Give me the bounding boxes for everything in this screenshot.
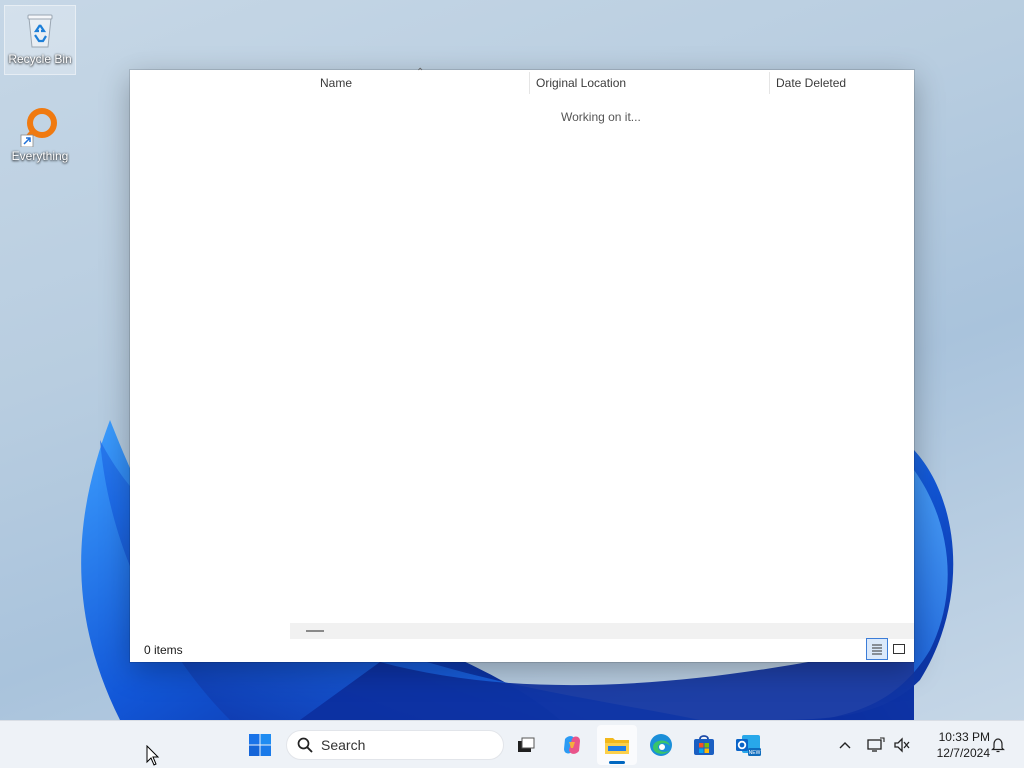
active-app-indicator (609, 761, 625, 764)
volume-muted-icon (894, 737, 910, 753)
search-icon (297, 737, 313, 753)
scrollbar-thumb[interactable] (306, 630, 324, 632)
chevron-up-icon (839, 742, 851, 749)
desktop-icon-recycle-bin[interactable]: Recycle Bin (4, 5, 76, 75)
column-header-original-location[interactable]: Original Location (530, 70, 768, 96)
outlook-new-icon: NEW (736, 735, 761, 756)
column-header-name[interactable]: Name (314, 70, 528, 96)
task-view-icon (518, 737, 535, 752)
desktop-icon-label: Everything (11, 149, 69, 163)
file-explorer-button[interactable] (597, 725, 637, 765)
copilot-icon (564, 736, 580, 754)
search-placeholder: Search (321, 737, 366, 753)
microsoft-store-icon (694, 735, 714, 755)
outlook-new-button[interactable]: NEW (728, 725, 768, 765)
start-button[interactable] (240, 725, 280, 765)
notification-icon (991, 738, 1005, 753)
loading-message: Working on it... (561, 110, 641, 124)
horizontal-scrollbar[interactable] (290, 623, 914, 639)
recycle-bin-icon (20, 10, 60, 50)
recycle-bin-window: ⌃ Name Original Location Date Deleted Wo… (130, 67, 914, 662)
outlook-new-badge: NEW (749, 750, 761, 756)
microsoft-store-button[interactable] (684, 725, 724, 765)
mouse-cursor-icon (146, 745, 160, 766)
show-hidden-icons-button[interactable] (834, 721, 856, 768)
notification-center-button[interactable] (986, 721, 1010, 768)
column-header-date-deleted[interactable]: Date Deleted (770, 70, 914, 96)
task-view-button[interactable] (506, 725, 546, 765)
everything-search-icon (20, 107, 60, 148)
desktop-icon-everything[interactable]: Everything (4, 103, 76, 173)
details-view-icon (872, 644, 882, 655)
details-view-button[interactable] (866, 638, 888, 660)
start-icon (249, 734, 271, 756)
volume-tray-button[interactable] (890, 721, 914, 768)
network-tray-button[interactable] (864, 721, 888, 768)
file-explorer-icon (605, 738, 629, 754)
clock-time: 10:33 PM (938, 730, 990, 744)
edge-icon (650, 734, 672, 756)
copilot-button[interactable] (552, 725, 592, 765)
large-icons-view-button[interactable] (888, 638, 910, 660)
large-icons-view-icon (893, 644, 905, 654)
taskbar-clock[interactable]: 10:33 PM 12/7/2024 (920, 729, 990, 761)
edge-button[interactable] (641, 725, 681, 765)
clock-date: 12/7/2024 (936, 746, 990, 760)
taskbar-search-box[interactable]: Search (286, 730, 504, 760)
network-icon (867, 737, 885, 752)
desktop-icon-label: Recycle Bin (8, 52, 72, 66)
status-item-count: 0 items (144, 643, 183, 657)
